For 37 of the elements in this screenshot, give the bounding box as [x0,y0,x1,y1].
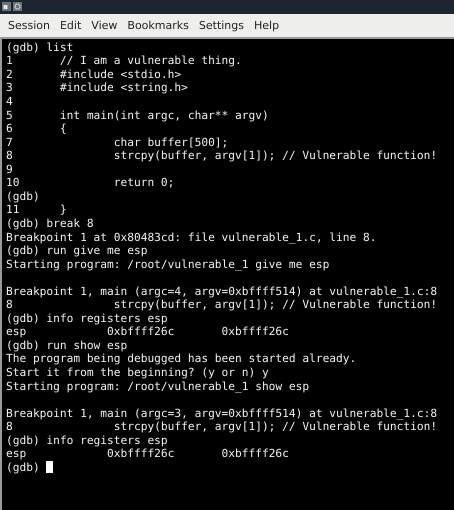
output-line: Start it from the beginning? (y or n) y [6,366,269,380]
output-line: 10 return 0; [6,176,174,190]
menu-item[interactable]: Settings [194,18,250,32]
output-line: (gdb) run give me esp [6,244,148,258]
output-line: esp 0xbffff26c 0xbffff26c [6,325,289,339]
output-line: 6 { [6,122,67,136]
menu-item[interactable]: Edit [56,18,88,32]
output-line: (gdb) info registers esp [6,434,168,448]
output-line: 5 int main(int argc, char** argv) [6,108,269,122]
menu-item[interactable]: Bookmarks [123,18,195,32]
output-line: Breakpoint 1, main (argc=4, argv=0xbffff514) at vulnerable_1.c:8 [6,284,438,298]
output-line: 9 [6,162,13,176]
output-line: 4 [6,95,13,109]
output-line: 11 } [6,203,67,217]
output-line: 1 // I am a vulnerable thing. [6,54,242,68]
menu-item[interactable]: Help [250,18,286,32]
output-line: (gdb) list [6,40,74,54]
output-line: 7 char buffer[500]; [6,136,228,150]
output-line: (gdb) info registers esp [6,312,168,326]
output-line: Breakpoint 1, main (argc=3, argv=0xbffff514) at vulnerable_1.c:8 [6,406,438,420]
output-line: The program being debugged has been started already. [6,352,356,366]
terminal-icon[interactable] [2,2,11,12]
output-line: (gdb) [6,190,40,204]
output-line: 8 strcpy(buffer, argv[1]); // Vulnerable function! [6,298,438,312]
output-line: 2 #include <stdio.h> [6,68,182,82]
output-line: esp 0xbffff26c 0xbffff26c [6,447,289,461]
output-line: Starting program: /root/vulnerable_1 give me esp [6,258,330,272]
output-line: 3 #include <string.h> [6,81,188,96]
menu-item[interactable]: Session [4,18,56,32]
output-line: Starting program: /root/vulnerable_1 show esp [6,380,310,394]
output-line: Breakpoint 1 at 0x80483cd: file vulnerable_1.c, line 8. [6,230,376,244]
output-line: (gdb) run show esp [6,338,128,352]
prompt: (gdb) [6,460,40,474]
menu-item[interactable]: View [87,18,124,32]
output-line: 8 strcpy(buffer, argv[1]); // Vulnerable function! [6,420,438,434]
output-line: 8 strcpy(buffer, argv[1]); // Vulnerable function! [6,149,438,163]
output-line: (gdb) break 8 [6,216,94,230]
